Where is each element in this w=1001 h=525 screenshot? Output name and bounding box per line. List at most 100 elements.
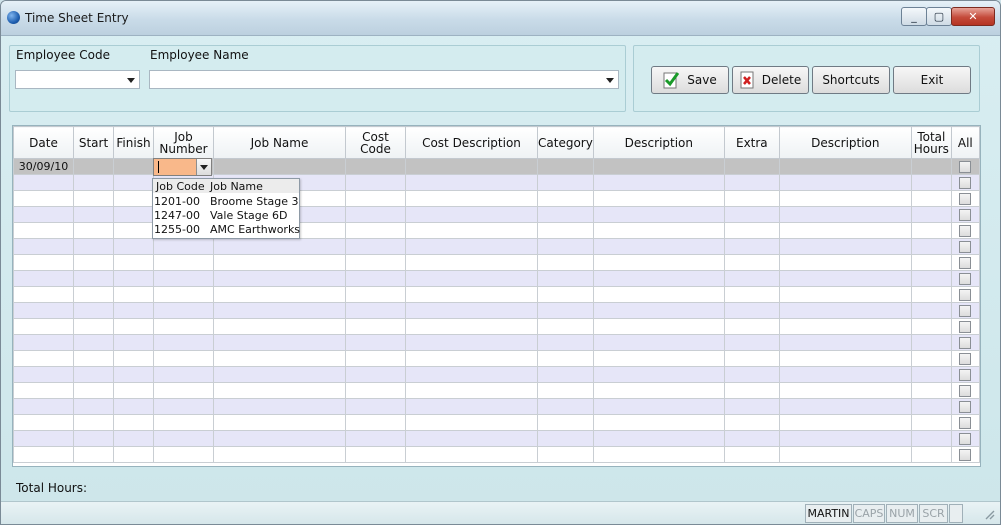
all-cell[interactable] bbox=[950, 398, 980, 415]
table-row[interactable] bbox=[13, 270, 980, 287]
grid-cell[interactable] bbox=[723, 206, 780, 223]
grid-cell[interactable] bbox=[405, 302, 538, 319]
col-finish-header[interactable]: Finish bbox=[113, 126, 154, 159]
grid-cell[interactable] bbox=[778, 174, 912, 191]
grid-cell[interactable] bbox=[213, 398, 346, 415]
grid-cell[interactable] bbox=[405, 366, 538, 383]
all-cell[interactable] bbox=[950, 190, 980, 207]
grid-cell[interactable] bbox=[405, 382, 538, 399]
grid-cell[interactable] bbox=[13, 350, 74, 367]
grid-cell[interactable] bbox=[910, 366, 952, 383]
grid-cell[interactable] bbox=[73, 414, 114, 431]
grid-cell[interactable] bbox=[778, 430, 912, 447]
table-row[interactable] bbox=[13, 286, 980, 303]
grid-cell[interactable] bbox=[723, 430, 780, 447]
table-row[interactable] bbox=[13, 398, 980, 415]
grid-cell[interactable] bbox=[778, 270, 912, 287]
grid-cell[interactable] bbox=[592, 398, 725, 415]
grid-cell[interactable] bbox=[537, 174, 594, 191]
col-description-2-header[interactable]: Description bbox=[778, 126, 912, 159]
row-checkbox[interactable] bbox=[959, 177, 972, 189]
grid-cell[interactable] bbox=[778, 382, 912, 399]
grid-cell[interactable] bbox=[73, 446, 114, 463]
job-number-dropdown-list[interactable]: Job Code Job Name 1201-00 Broome Stage 3… bbox=[152, 178, 300, 239]
all-cell[interactable] bbox=[950, 270, 980, 287]
grid-cell[interactable] bbox=[592, 382, 725, 399]
grid-cell[interactable] bbox=[723, 254, 780, 271]
date-cell[interactable]: 30/09/10 bbox=[13, 158, 74, 175]
grid-cell[interactable] bbox=[723, 286, 780, 303]
grid-cell[interactable] bbox=[405, 238, 538, 255]
grid-cell[interactable] bbox=[113, 350, 154, 367]
grid-cell[interactable] bbox=[537, 222, 594, 239]
table-row[interactable] bbox=[13, 334, 980, 351]
table-row[interactable] bbox=[13, 318, 980, 335]
grid-cell[interactable] bbox=[73, 398, 114, 415]
row-checkbox[interactable] bbox=[959, 209, 972, 221]
grid-cell[interactable] bbox=[537, 414, 594, 431]
grid-cell[interactable] bbox=[73, 334, 114, 351]
col-category-header[interactable]: Category bbox=[537, 126, 594, 159]
grid-cell[interactable] bbox=[537, 350, 594, 367]
grid-cell[interactable] bbox=[345, 366, 406, 383]
grid-cell[interactable] bbox=[592, 318, 725, 335]
delete-button[interactable]: Delete bbox=[732, 66, 809, 94]
grid-cell[interactable] bbox=[153, 446, 214, 463]
grid-cell[interactable] bbox=[537, 254, 594, 271]
all-cell[interactable] bbox=[950, 174, 980, 191]
grid-cell[interactable] bbox=[113, 382, 154, 399]
grid-cell[interactable] bbox=[537, 398, 594, 415]
row-checkbox[interactable] bbox=[959, 417, 972, 429]
col-all-header[interactable]: All bbox=[950, 126, 980, 159]
grid-cell[interactable] bbox=[345, 398, 406, 415]
grid-cell[interactable] bbox=[345, 286, 406, 303]
grid-cell[interactable] bbox=[113, 286, 154, 303]
grid-cell[interactable] bbox=[537, 206, 594, 223]
grid-cell[interactable] bbox=[345, 238, 406, 255]
grid-cell[interactable] bbox=[592, 238, 725, 255]
grid-cell[interactable] bbox=[345, 158, 406, 175]
grid-cell[interactable] bbox=[113, 270, 154, 287]
grid-cell[interactable] bbox=[113, 302, 154, 319]
grid-cell[interactable] bbox=[778, 350, 912, 367]
row-checkbox[interactable] bbox=[959, 401, 972, 413]
row-checkbox[interactable] bbox=[959, 273, 972, 285]
grid-cell[interactable] bbox=[910, 286, 952, 303]
grid-cell[interactable] bbox=[345, 334, 406, 351]
grid-cell[interactable] bbox=[592, 222, 725, 239]
grid-cell[interactable] bbox=[405, 398, 538, 415]
grid-cell[interactable] bbox=[778, 318, 912, 335]
table-row[interactable] bbox=[13, 366, 980, 383]
grid-cell[interactable] bbox=[73, 350, 114, 367]
all-cell[interactable] bbox=[950, 302, 980, 319]
grid-cell[interactable] bbox=[153, 270, 214, 287]
grid-cell[interactable] bbox=[778, 334, 912, 351]
grid-cell[interactable] bbox=[213, 238, 346, 255]
job-number-dropdown-button[interactable] bbox=[196, 159, 211, 175]
grid-cell[interactable] bbox=[213, 318, 346, 335]
grid-cell[interactable] bbox=[592, 174, 725, 191]
col-job-number-header[interactable]: Job Number bbox=[153, 126, 214, 159]
grid-cell[interactable] bbox=[113, 158, 154, 175]
all-cell[interactable] bbox=[950, 350, 980, 367]
grid-cell[interactable] bbox=[910, 398, 952, 415]
grid-cell[interactable] bbox=[213, 382, 346, 399]
grid-cell[interactable] bbox=[73, 286, 114, 303]
grid-cell[interactable] bbox=[778, 286, 912, 303]
grid-cell[interactable] bbox=[73, 366, 114, 383]
grid-cell[interactable] bbox=[73, 206, 114, 223]
grid-cell[interactable] bbox=[113, 238, 154, 255]
employee-code-combo[interactable] bbox=[15, 70, 140, 89]
grid-cell[interactable] bbox=[723, 222, 780, 239]
grid-cell[interactable] bbox=[723, 414, 780, 431]
grid-cell[interactable] bbox=[153, 254, 214, 271]
grid-cell[interactable] bbox=[213, 366, 346, 383]
grid-cell[interactable] bbox=[213, 254, 346, 271]
grid-cell[interactable] bbox=[345, 222, 406, 239]
grid-cell[interactable] bbox=[153, 238, 214, 255]
grid-cell[interactable] bbox=[153, 382, 214, 399]
grid-cell[interactable] bbox=[73, 238, 114, 255]
grid-cell[interactable] bbox=[345, 174, 406, 191]
grid-cell[interactable] bbox=[13, 190, 74, 207]
grid-cell[interactable] bbox=[592, 270, 725, 287]
